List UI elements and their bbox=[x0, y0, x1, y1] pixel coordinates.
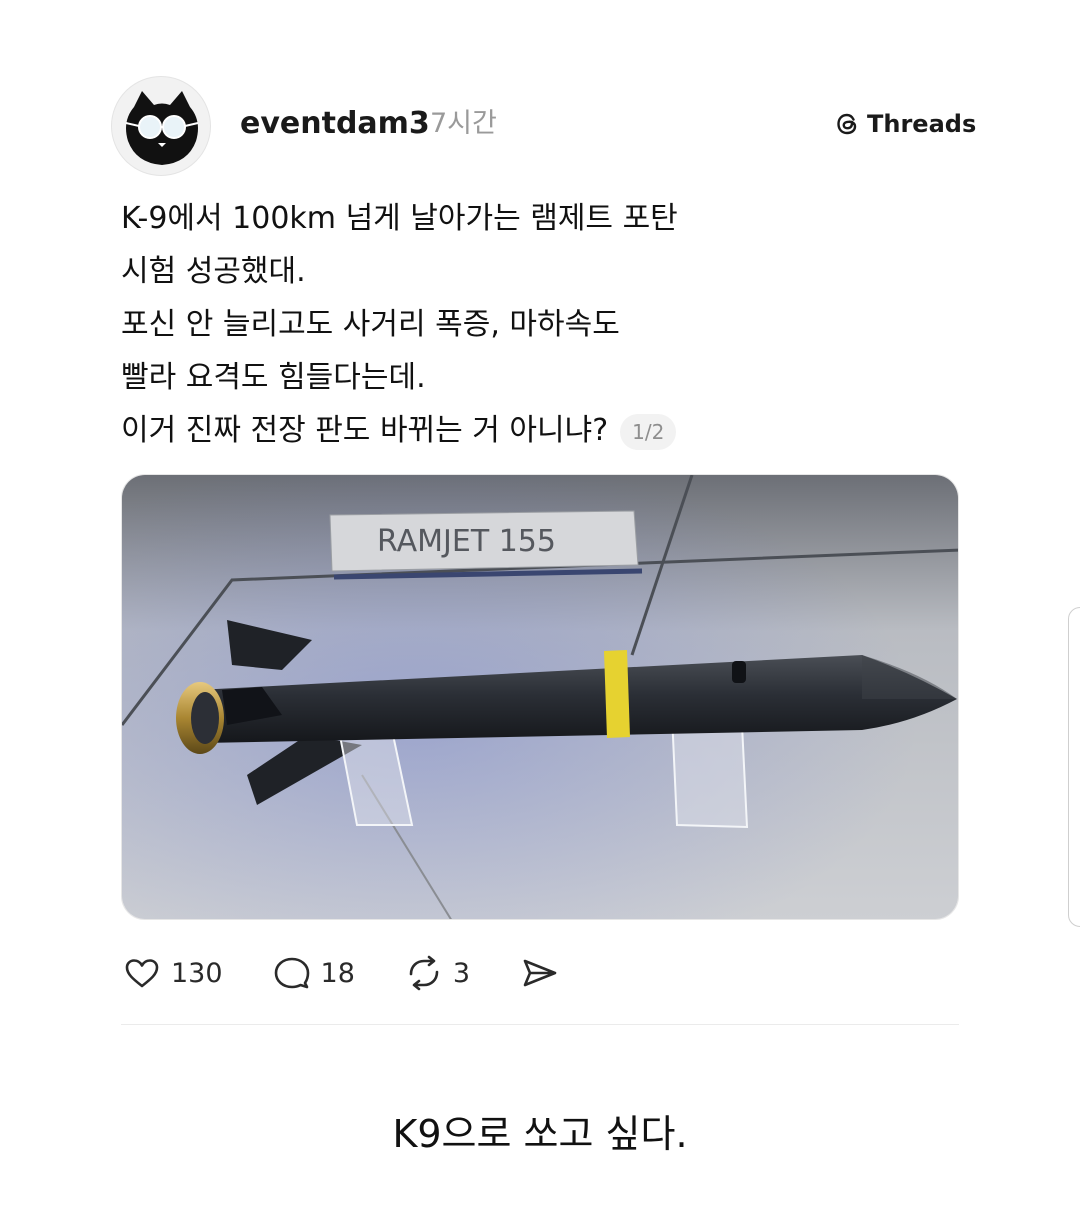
like-button[interactable]: 130 bbox=[121, 952, 223, 994]
post-image[interactable]: RAMJET 155 bbox=[121, 474, 959, 920]
threads-link[interactable]: Threads bbox=[833, 106, 976, 142]
threads-label: Threads bbox=[867, 110, 977, 138]
post-text-line-with-indicator: 이거 진짜 전장 판도 바뀌는 거 아니냐? 1/2 bbox=[121, 404, 821, 457]
repost-count: 3 bbox=[452, 957, 471, 989]
post-timestamp: 7시간 bbox=[430, 108, 497, 139]
comment-bubble-icon bbox=[274, 957, 309, 989]
heart-icon bbox=[125, 959, 159, 988]
like-count: 130 bbox=[171, 957, 223, 989]
repost-icon bbox=[409, 955, 439, 991]
post-text-line: 포신 안 늘리고도 사거리 폭증, 마하속도 bbox=[121, 307, 620, 342]
post-text-line: 이거 진짜 전장 판도 바뀌는 거 아니냐? bbox=[121, 413, 609, 448]
caption-text: K9으로 쏘고 싶다. bbox=[392, 1112, 688, 1156]
username[interactable]: eventdam3 bbox=[240, 104, 430, 144]
divider bbox=[121, 1024, 959, 1025]
post-text-line: 빨라 요격도 힘들다는데. bbox=[121, 360, 426, 395]
side-scroll-handle[interactable] bbox=[1068, 607, 1080, 927]
avatar[interactable] bbox=[111, 76, 211, 176]
threads-logo-icon bbox=[837, 113, 857, 135]
cat-with-glasses-icon bbox=[125, 91, 199, 165]
send-icon bbox=[523, 959, 557, 987]
comment-button[interactable]: 18 bbox=[271, 952, 355, 994]
repost-button[interactable]: 3 bbox=[403, 952, 470, 994]
page-indicator-badge[interactable]: 1/2 bbox=[620, 413, 677, 450]
post-text-line: 시험 성공했대. bbox=[121, 254, 306, 289]
share-button[interactable] bbox=[518, 952, 560, 994]
sign-text: RAMJET 155 bbox=[377, 524, 556, 559]
post-actions: 130 18 3 bbox=[121, 946, 608, 1000]
threads-post-screenshot: eventdam3 7시간 Threads K-9에서 100km 넘게 날아가… bbox=[0, 0, 1080, 1232]
ramjet-shell-photo: RAMJET 155 bbox=[122, 475, 958, 919]
post-body: K-9에서 100km 넘게 날아가는 램제트 포탄 시험 성공했대. 포신 안… bbox=[121, 192, 821, 457]
post-text-line: K-9에서 100km 넘게 날아가는 램제트 포탄 bbox=[121, 201, 678, 236]
comment-count: 18 bbox=[320, 957, 355, 989]
